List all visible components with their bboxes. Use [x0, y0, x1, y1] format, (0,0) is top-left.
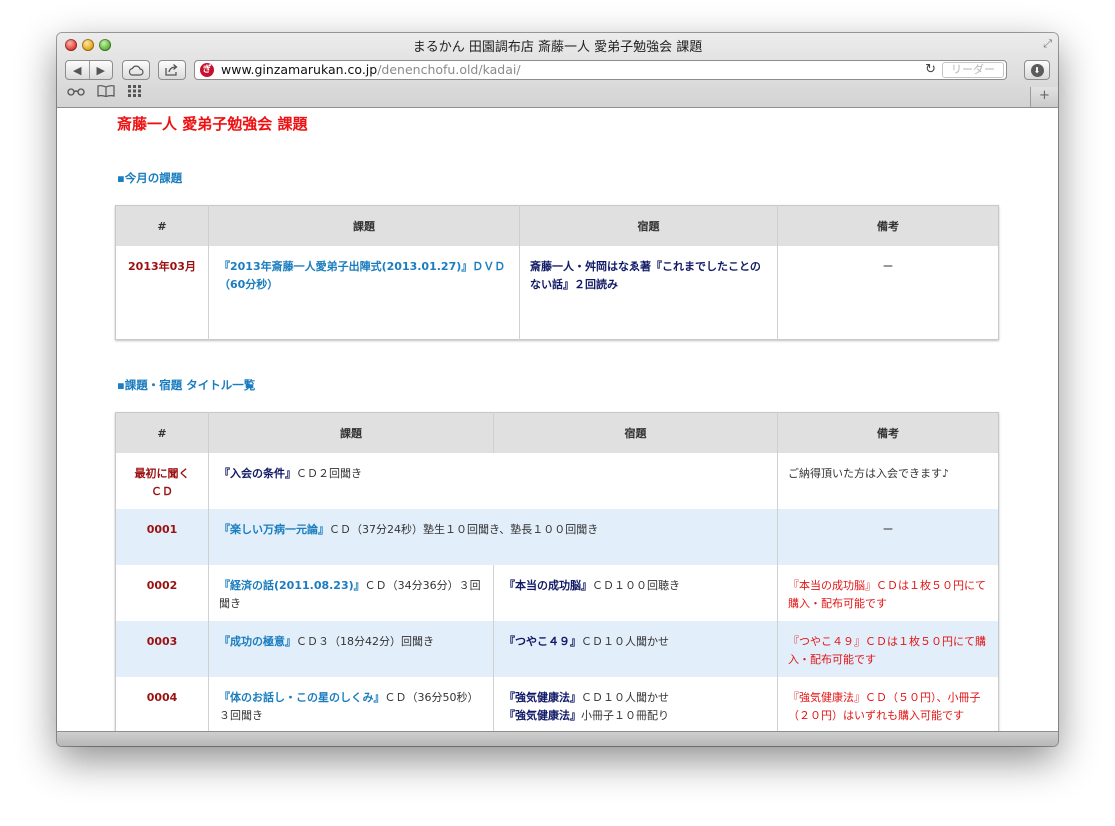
kadai-desc: ＣＤ２回聞き [296, 467, 362, 480]
forward-button[interactable]: ▶ [90, 64, 113, 77]
biko-cell: ご納得頂いた方は入会できます♪ [777, 453, 999, 509]
kadai-link[interactable]: 『体のお話し・この星のしくみ』 [219, 691, 384, 704]
title-list-table: # 課題 宿題 備考 最初に聞くＣＤ 『入会の条件』ＣＤ２回聞き ご納得頂いた方… [115, 412, 999, 732]
icloud-tabs-button[interactable] [122, 60, 150, 80]
num-cell: 0001 [115, 509, 209, 565]
kadai-cell: 『体のお話し・この星のしくみ』ＣＤ（36分50秒）３回聞き [208, 677, 494, 732]
kadai-title: 『入会の条件』 [219, 467, 296, 480]
shukudai-title: 『強気健康法』 [504, 691, 581, 704]
current-month-table: # 課題 宿題 備考 2013年03月 『2013年斎藤一人愛弟子出陣式(201… [115, 205, 999, 340]
new-tab-plus-icon[interactable]: + [1030, 87, 1058, 107]
back-button[interactable]: ◀ [66, 64, 89, 77]
kadai-cell: 『経済の話(2011.08.23)』ＣＤ（34分36分）３回聞き [208, 565, 494, 621]
table-row: 0003 『成功の極意』ＣＤ３（18分42分）回聞き 『つやこ４９』ＣＤ１０人聞… [115, 621, 999, 677]
section-current-month-title: ▪今月の課題 [117, 171, 183, 185]
kadai-cell: 『成功の極意』ＣＤ３（18分42分）回聞き [208, 621, 494, 677]
shukudai-desc: 小冊子１０冊配り [581, 709, 669, 722]
browser-window: まるかん 田園調布店 斎藤一人 愛弟子勉強会 課題 ⤢ ◀ ▶ ぎ www.gi… [57, 33, 1058, 746]
shukudai-title: 『強気健康法』 [504, 709, 581, 722]
num-cell: 最初に聞くＣＤ [134, 467, 190, 498]
header-kadai: 課題 [208, 205, 520, 246]
page-content: 斎藤一人 愛弟子勉強会 課題 ▪今月の課題 # 課題 宿題 備考 2013年03… [57, 108, 1058, 732]
biko-cell: 『強気健康法』ＣＤ（５０円）、小冊子（２０円）はいずれも購入可能です [777, 677, 999, 732]
kadai-cell: 『入会の条件』ＣＤ２回聞き [208, 453, 778, 509]
month-cell: 2013年03月 [128, 260, 196, 273]
shukudai-line: 『強気健康法』ＣＤ１０人聞かせ [504, 689, 767, 707]
kadai-cell: 『楽しい万病一元論』ＣＤ（37分24秒）塾生１０回聞き、塾長１００回聞き [208, 509, 778, 565]
page-title: 斎藤一人 愛弟子勉強会 課題 [117, 115, 308, 133]
kadai-link[interactable]: 『成功の極意』 [219, 635, 296, 648]
section-title-list-title: ▪課題・宿題 タイトル一覧 [117, 378, 256, 392]
shukudai-cell: 『本当の成功脳』ＣＤ１００回聴き [493, 565, 778, 621]
header-biko: 備考 [777, 205, 999, 246]
table-row: 0002 『経済の話(2011.08.23)』ＣＤ（34分36分）３回聞き 『本… [116, 565, 999, 621]
kadai-desc: ＣＤ（37分24秒）塾生１０回聞き、塾長１００回聞き [329, 523, 599, 536]
shukudai-title: 『本当の成功脳』 [504, 579, 592, 592]
kadai-link[interactable]: 『2013年斎藤一人愛弟子出陣式(2013.01.27)』ＤＶＤ（60分秒） [219, 260, 505, 291]
biko-cell: 『本当の成功脳』ＣＤは１枚５０円にて購入・配布可能です [777, 565, 999, 621]
shukudai-text: 斎藤一人・舛岡はなゑ著『これまでしたことのない話』２回読み [530, 260, 761, 291]
reading-list-icon[interactable] [67, 85, 85, 99]
url-domain: www.ginzamarukan.co.jp [221, 62, 378, 77]
window-title: まるかん 田園調布店 斎藤一人 愛弟子勉強会 課題 [412, 40, 703, 55]
kadai-link[interactable]: 『楽しい万病一元論』 [219, 523, 329, 536]
table-row: 0004 『体のお話し・この星のしくみ』ＣＤ（36分50秒）３回聞き 『強気健康… [116, 677, 999, 732]
biko-cell: ー [777, 509, 999, 565]
bookmarks-book-icon[interactable] [97, 85, 115, 100]
header-num: # [115, 412, 209, 453]
table-row: 最初に聞くＣＤ 『入会の条件』ＣＤ２回聞き ご納得頂いた方は入会できます♪ [116, 453, 999, 509]
num-cell: 0004 [146, 691, 178, 704]
kadai-cell: 『2013年斎藤一人愛弟子出陣式(2013.01.27)』ＤＶＤ（60分秒） [208, 246, 520, 339]
share-icon [165, 64, 178, 76]
download-arrow-icon: ⬇ [1030, 63, 1044, 77]
shukudai-cell: 『つやこ４９』ＣＤ１０人聞かせ [493, 621, 778, 677]
num-cell: 0002 [146, 579, 178, 592]
share-button[interactable] [158, 60, 186, 80]
shukudai-desc: ＣＤ１０人聞かせ [581, 635, 669, 648]
header-num: # [115, 205, 209, 246]
reload-icon[interactable]: ↻ [925, 61, 936, 79]
back-forward-group: ◀ ▶ [65, 60, 113, 80]
site-favicon-icon: ぎ [200, 63, 214, 77]
shukudai-desc: ＣＤ１００回聴き [592, 579, 680, 592]
status-bar [57, 731, 1058, 746]
header-kadai: 課題 [208, 412, 494, 453]
header-biko: 備考 [777, 412, 999, 453]
url-path: /denenchofu.old/kadai/ [377, 62, 521, 77]
url-text[interactable]: www.ginzamarukan.co.jp/denenchofu.old/ka… [221, 61, 521, 79]
reader-button[interactable]: リーダー [942, 62, 1004, 78]
kadai-desc: ＣＤ３（18分42分）回聞き [296, 635, 434, 648]
kadai-link[interactable]: 『経済の話(2011.08.23)』 [219, 579, 365, 592]
num-cell: 0003 [115, 621, 209, 677]
shukudai-title: 『つやこ４９』 [504, 635, 581, 648]
biko-cell: 『つやこ４９』ＣＤは１枚５０円にて購入・配布可能です [777, 621, 999, 677]
shukudai-cell: 『強気健康法』ＣＤ１０人聞かせ 『強気健康法』小冊子１０冊配り [493, 677, 778, 732]
header-shukudai: 宿題 [519, 205, 778, 246]
shukudai-cell: 斎藤一人・舛岡はなゑ著『これまでしたことのない話』２回読み [519, 246, 778, 339]
shukudai-line: 『強気健康法』小冊子１０冊配り [504, 707, 767, 725]
table-row: 0001 『楽しい万病一元論』ＣＤ（37分24秒）塾生１０回聞き、塾長１００回聞… [115, 509, 999, 565]
shukudai-desc: ＣＤ１０人聞かせ [581, 691, 669, 704]
cloud-icon [128, 65, 144, 76]
table-row: 2013年03月 『2013年斎藤一人愛弟子出陣式(2013.01.27)』ＤＶ… [116, 246, 999, 339]
downloads-button[interactable]: ⬇ [1024, 60, 1050, 80]
fullscreen-icon[interactable]: ⤢ [1043, 37, 1052, 51]
header-shukudai: 宿題 [493, 412, 778, 453]
top-sites-grid-icon[interactable] [128, 85, 142, 100]
browser-chrome: まるかん 田園調布店 斎藤一人 愛弟子勉強会 課題 ⤢ ◀ ▶ ぎ www.gi… [57, 33, 1058, 108]
table-header-row: # 課題 宿題 備考 [115, 205, 999, 246]
address-bar[interactable]: ぎ www.ginzamarukan.co.jp/denenchofu.old/… [194, 60, 1007, 80]
table-header-row: # 課題 宿題 備考 [115, 412, 999, 453]
biko-cell: ー [777, 246, 999, 339]
